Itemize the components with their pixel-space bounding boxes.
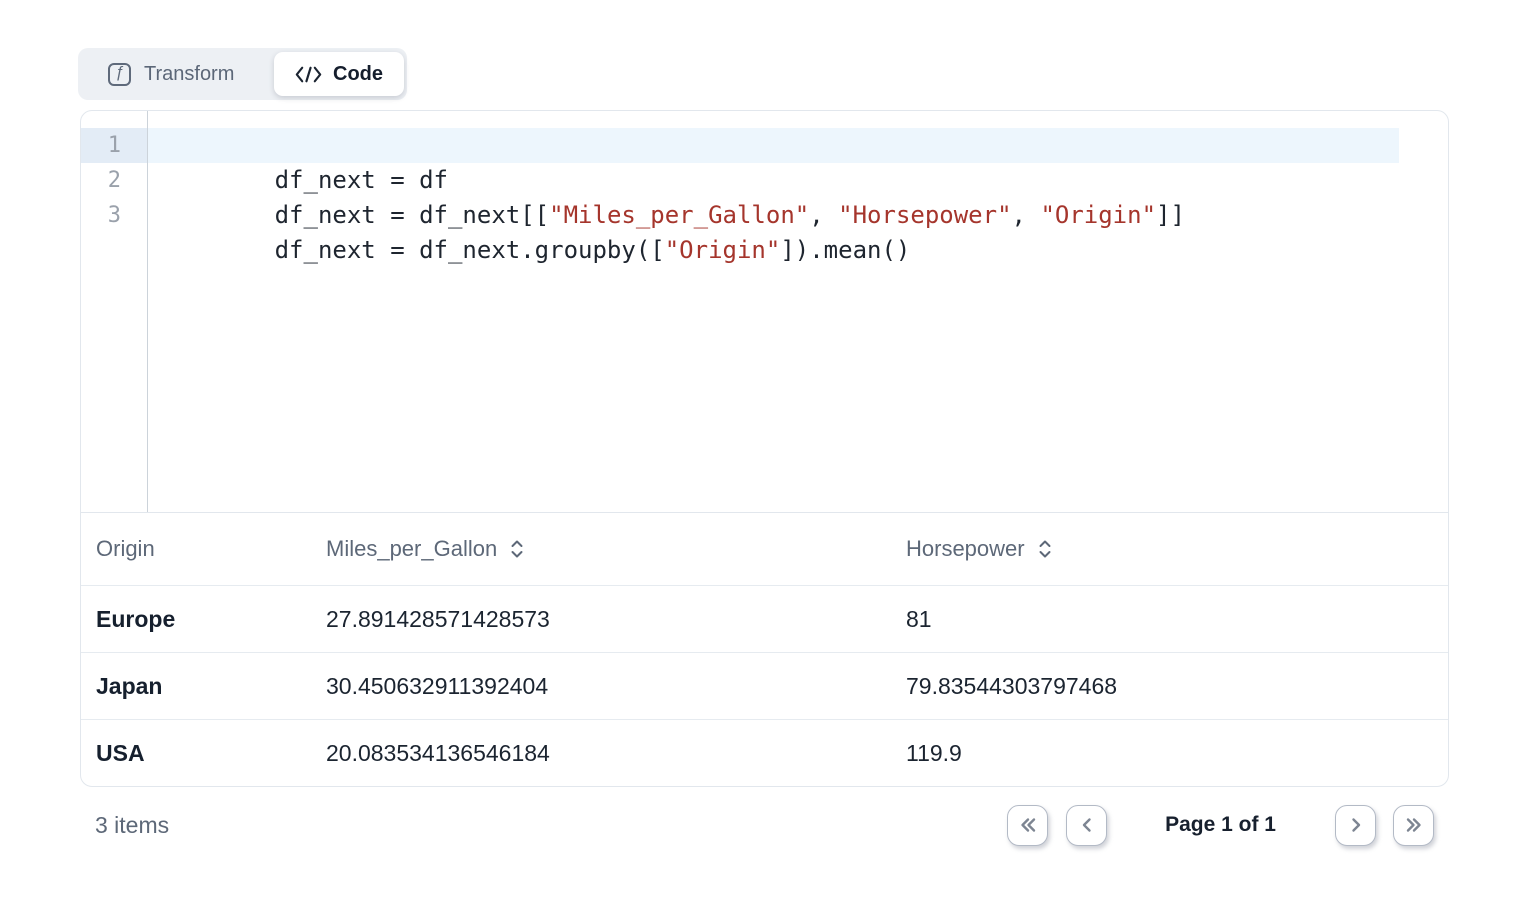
code-editor[interactable]: 1 2 3 df_next = df df_next = df_next[["M… [81,111,1448,512]
items-count: 3 items [95,812,169,839]
function-icon: ƒ [108,63,131,86]
code-token-string: "Origin" [665,236,781,264]
column-label: Horsepower [906,536,1025,562]
row-label: USA [96,740,326,767]
line-number: 1 [81,128,147,163]
table-row: Japan 30.450632911392404 79.835443037974… [81,652,1448,719]
code-token: df_next = df_next.groupby([ [275,236,665,264]
code-token-string: "Miles_per_Gallon" [549,201,809,229]
chevron-left-icon [1077,816,1097,834]
column-header-origin: Origin [96,536,326,562]
column-header-horsepower[interactable]: Horsepower [906,536,1448,562]
code-token: df_next = df_next[[ [275,201,550,229]
line-number-gutter: 1 2 3 [81,111,148,512]
code-token: ]] [1156,201,1185,229]
cell-horsepower: 119.9 [906,740,1448,767]
column-label: Miles_per_Gallon [326,536,497,562]
code-content: df_next = df df_next = df_next[["Miles_p… [148,111,1448,512]
table-row: USA 20.083534136546184 119.9 [81,719,1448,786]
code-token: df_next = df [275,166,448,194]
line-number: 2 [81,163,147,198]
code-token: , [809,201,838,229]
last-page-button[interactable] [1393,805,1434,846]
tab-code-label: Code [333,63,383,86]
chevron-right-icon [1346,816,1366,834]
page-indicator: Page 1 of 1 [1165,813,1276,837]
code-icon [295,65,322,84]
view-tabbar: ƒ Transform Code [78,48,407,100]
column-label: Origin [96,536,155,562]
tab-transform-label: Transform [144,63,234,86]
column-header-miles-per-gallon[interactable]: Miles_per_Gallon [326,536,906,562]
cell-horsepower: 79.83544303797468 [906,673,1448,700]
table-footer: 3 items Page 1 of 1 [80,800,1449,850]
tab-code[interactable]: Code [274,52,404,96]
first-page-button[interactable] [1007,805,1048,846]
row-label: Japan [96,673,326,700]
table-header-row: Origin Miles_per_Gallon Horsepower [81,512,1448,585]
sort-updown-icon[interactable] [1038,538,1052,560]
next-page-button[interactable] [1335,805,1376,846]
code-line-1[interactable]: df_next = df [148,128,1399,163]
code-token: , [1012,201,1041,229]
chevrons-left-icon [1018,816,1038,834]
code-token-string: "Horsepower" [838,201,1011,229]
tab-transform[interactable]: ƒ Transform [78,63,234,86]
chevrons-right-icon [1404,816,1424,834]
table-row: Europe 27.891428571428573 81 [81,585,1448,652]
cell-miles-per-gallon: 27.891428571428573 [326,606,906,633]
code-token-string: "Origin" [1040,201,1156,229]
line-number: 3 [81,198,147,233]
main-panel: 1 2 3 df_next = df df_next = df_next[["M… [80,110,1449,787]
cell-miles-per-gallon: 30.450632911392404 [326,673,906,700]
code-token: ]).mean() [780,236,910,264]
sort-updown-icon[interactable] [510,538,524,560]
cell-horsepower: 81 [906,606,1448,633]
previous-page-button[interactable] [1066,805,1107,846]
pagination: Page 1 of 1 [1007,805,1434,846]
cell-miles-per-gallon: 20.083534136546184 [326,740,906,767]
row-label: Europe [96,606,326,633]
